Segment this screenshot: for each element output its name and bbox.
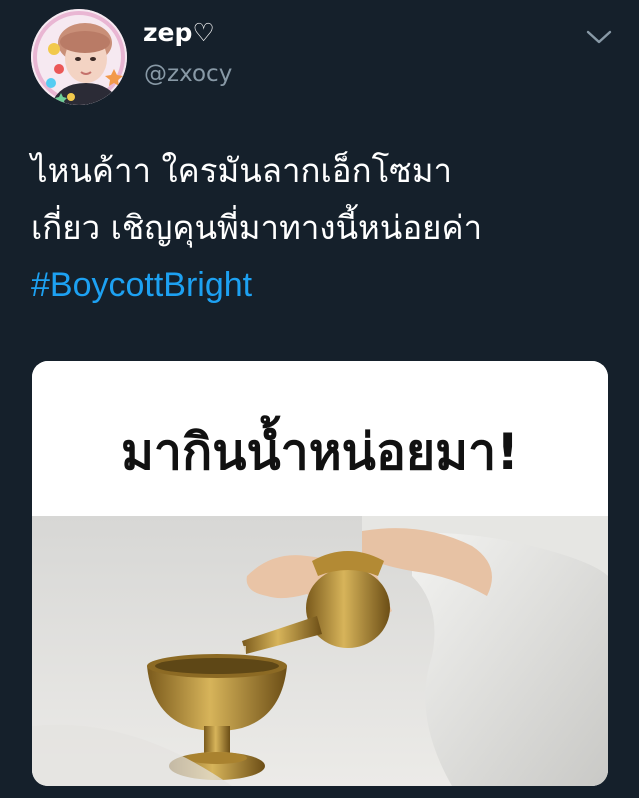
avatar-image — [31, 9, 127, 105]
more-menu-button[interactable] — [584, 26, 614, 48]
tweet-text-line: เกี่ยว เชิญคุนพี่มาทางนี้หน่อยค่า — [31, 208, 483, 247]
chevron-down-icon — [586, 30, 612, 44]
display-name[interactable]: zep♡ — [143, 18, 215, 47]
avatar[interactable] — [31, 9, 127, 105]
tweet-media[interactable]: มากินน้ำหน่อยมา! — [32, 361, 608, 786]
meme-caption: มากินน้ำหน่อยมา! — [32, 361, 608, 516]
tweet-text: ไหนค้าา ใครมันลากเอ็กโซมา เกี่ยว เชิญคุน… — [31, 142, 611, 314]
hashtag-link[interactable]: #BoycottBright — [31, 257, 252, 314]
meme-caption-text: มากินน้ำหน่อยมา! — [120, 423, 520, 481]
tweet-text-line: ไหนค้าา ใครมันลากเอ็กโซมา — [31, 151, 452, 190]
tweet: zep♡ @zxocy ไหนค้าา ใครมันลากเอ็กโซมา เก… — [0, 0, 639, 798]
username-handle[interactable]: @zxocy — [144, 61, 232, 87]
meme-photo — [32, 516, 608, 786]
